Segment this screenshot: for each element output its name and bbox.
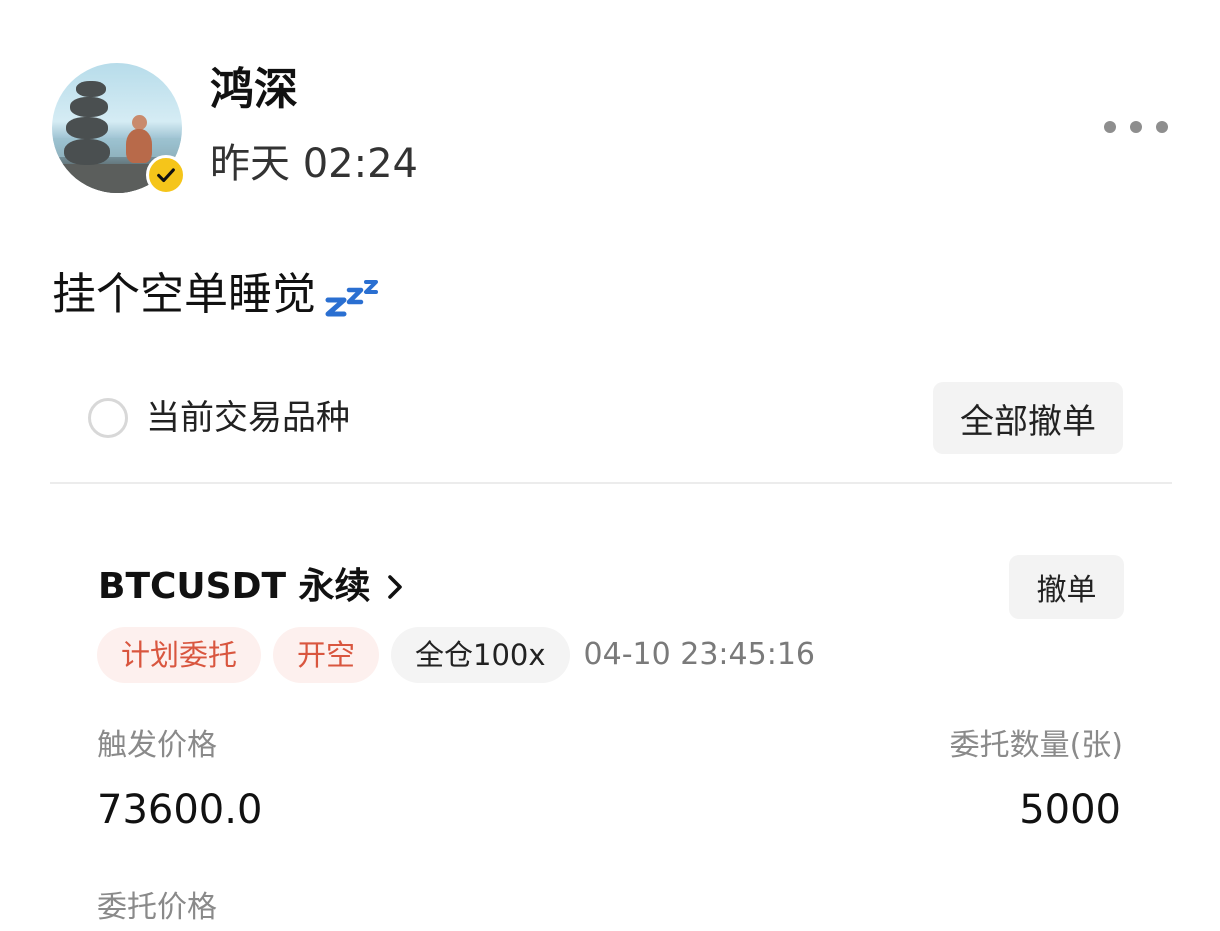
post-time: 昨天 02:24 (210, 141, 418, 187)
post-body: 挂个空单睡觉 (52, 266, 382, 324)
current-symbol-radio[interactable] (88, 398, 128, 438)
more-dot-icon (1104, 121, 1116, 133)
avatar-rock (76, 81, 106, 97)
contract-link[interactable]: BTCUSDT 永续 (98, 560, 405, 614)
verified-badge-icon (146, 155, 186, 195)
order-tags: 计划委托 开空 全仓100x 04-10 23:45:16 (97, 627, 815, 683)
zzz-icon (325, 280, 378, 317)
quantity-label: 委托数量(张) (949, 728, 1123, 763)
trigger-price-label: 触发价格 (97, 728, 217, 763)
avatar-rock (70, 97, 108, 117)
margin-leverage-tag: 全仓100x (391, 627, 570, 683)
order-price-label: 委托价格 (97, 890, 217, 925)
more-dot-icon (1130, 121, 1142, 133)
contract-name: BTCUSDT 永续 (98, 566, 371, 607)
post-screen: 鸿深 昨天 02:24 挂个空单睡觉 当前交易品种 全部撤单 BTCUSDT 永… (0, 0, 1220, 931)
avatar-rock (64, 139, 110, 165)
order-time: 04-10 23:45:16 (583, 637, 815, 672)
cancel-all-button[interactable]: 全部撤单 (933, 382, 1123, 454)
current-symbol-label[interactable]: 当前交易品种 (146, 394, 350, 442)
trigger-price-value: 73600.0 (97, 787, 263, 833)
avatar-rock (66, 117, 108, 139)
avatar-person (126, 129, 152, 163)
cancel-order-button[interactable]: 撤单 (1009, 555, 1124, 619)
more-dot-icon (1156, 121, 1168, 133)
author-name[interactable]: 鸿深 (210, 62, 298, 118)
quantity-value: 5000 (1019, 787, 1121, 833)
order-side-tag: 开空 (273, 627, 380, 683)
order-filter-bar: 当前交易品种 全部撤单 (50, 380, 1172, 484)
order-type-tag: 计划委托 (97, 627, 262, 683)
avatar-person-head (132, 115, 147, 130)
chevron-right-icon (387, 575, 402, 599)
post-text: 挂个空单睡觉 (52, 269, 316, 320)
more-options-button[interactable] (1100, 110, 1172, 144)
